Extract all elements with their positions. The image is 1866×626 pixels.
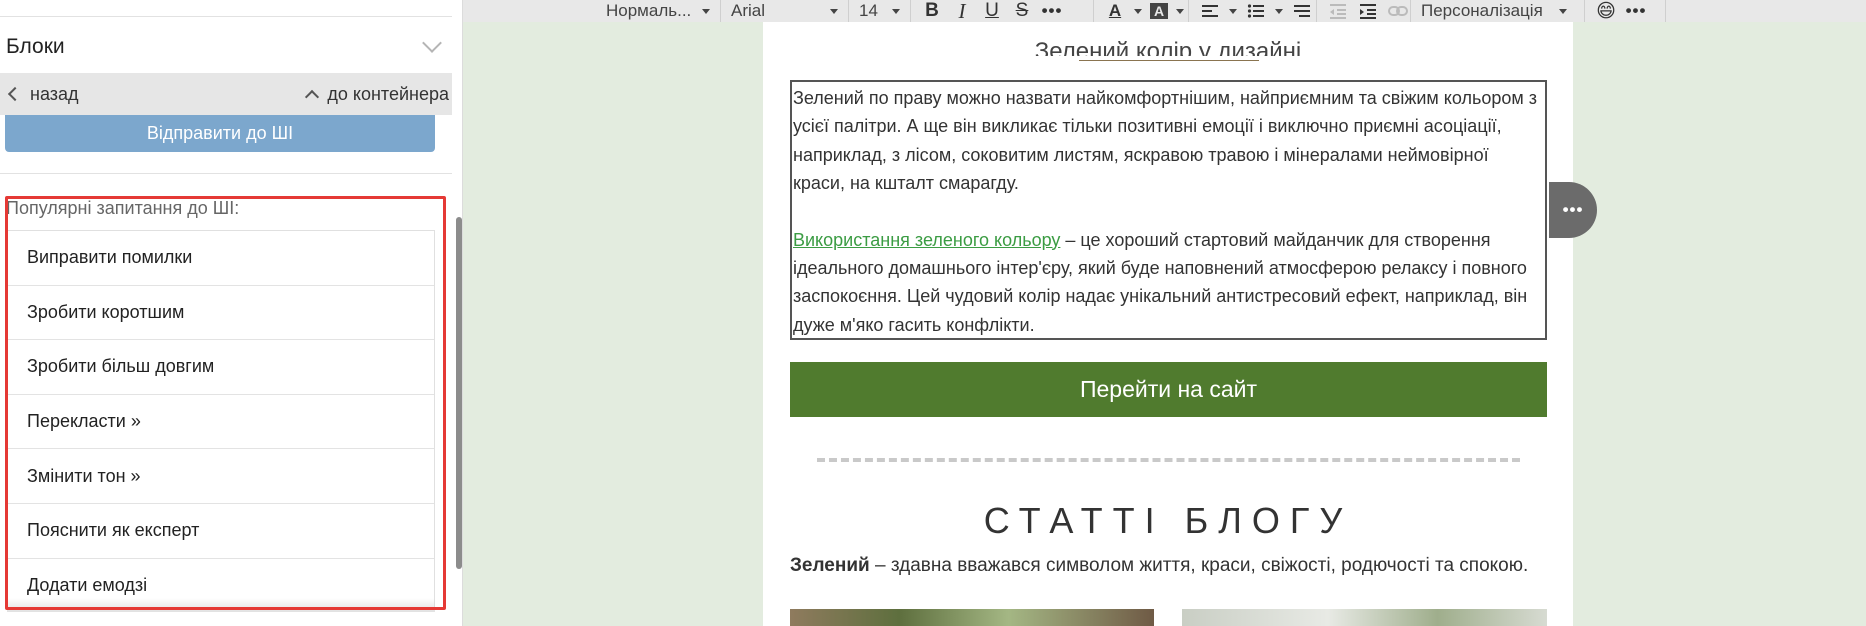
paragraph-2: Використання зеленого кольору – це хорош… <box>793 226 1545 340</box>
outdent-icon[interactable] <box>1327 0 1349 22</box>
green-color-link[interactable]: Використання зеленого кольору <box>793 230 1060 250</box>
chevron-up-icon <box>305 89 320 105</box>
section-heading: Зелений колір у дизайні <box>1034 40 1302 56</box>
emoji-icon[interactable]: 😄 <box>1595 0 1617 22</box>
style-select[interactable]: Нормаль... <box>606 1 710 21</box>
paragraph-1: Зелений по праву можно назвати найкомфор… <box>793 88 1538 194</box>
paragraph-segment <box>1189 0 1317 22</box>
background-color-button[interactable]: A <box>1150 3 1168 19</box>
personalization-select[interactable]: Персоналізація <box>1421 1 1567 21</box>
blog-image-right[interactable] <box>1182 609 1547 626</box>
scrollbar-thumb[interactable] <box>456 217 462 569</box>
list-fade <box>7 598 435 612</box>
extras-segment: 😄 ••• <box>1585 0 1665 22</box>
line-height-icon[interactable] <box>1291 0 1313 22</box>
chevron-down-icon[interactable] <box>422 33 442 53</box>
divider <box>1665 0 1666 22</box>
popular-questions-label: Популярні запитання до ШІ: <box>6 198 240 218</box>
go-to-site-button[interactable]: Перейти на сайт <box>790 362 1547 417</box>
sidebar-nav: назад до контейнера <box>0 73 462 115</box>
dashed-divider <box>817 458 1520 462</box>
more-format-button[interactable]: ••• <box>1041 0 1063 22</box>
size-segment: 14 <box>849 0 911 22</box>
caret-down-icon <box>702 8 710 14</box>
back-link[interactable]: назад <box>6 84 79 105</box>
font-select[interactable]: Arial <box>731 1 838 21</box>
align-icon[interactable] <box>1199 0 1221 22</box>
more-icon[interactable]: ••• <box>1625 0 1647 22</box>
question-make-shorter[interactable]: Зробити коротшим <box>8 286 434 341</box>
divider <box>0 173 462 174</box>
caret-down-icon <box>1559 8 1567 14</box>
divider <box>0 16 462 17</box>
to-container-label: до контейнера <box>327 83 449 104</box>
blog-desc-text: – здавна вважався символом життя, краси,… <box>869 555 1529 576</box>
blog-description: Зелений – здавна вважався символом життя… <box>790 555 1547 577</box>
question-translate[interactable]: Перекласти » <box>8 395 434 450</box>
color-segment: A A <box>1094 0 1189 22</box>
indent-icon[interactable] <box>1357 0 1379 22</box>
to-container-link[interactable]: до контейнера <box>305 83 449 105</box>
caret-down-icon <box>892 8 900 14</box>
caret-down-icon[interactable] <box>1134 8 1142 14</box>
link-icon[interactable] <box>1387 0 1409 22</box>
indent-segment <box>1317 0 1411 22</box>
email-preview: Зелений колір у дизайні Зелений по праву… <box>763 22 1573 626</box>
font-segment: Arial <box>721 0 849 22</box>
italic-button[interactable]: I <box>951 0 973 23</box>
heading-underline <box>1079 60 1259 61</box>
blog-section-title: СТАТТІ БЛОГУ <box>983 500 1353 541</box>
sidebar: Блоки назад до контейнера Відправити до … <box>0 0 463 626</box>
blog-desc-bold: Зелений <box>790 555 870 576</box>
text-color-button[interactable]: A <box>1104 0 1126 22</box>
editor-toolbar: Нормаль... Arial 14 B I U S ••• A A Перс… <box>463 0 1866 23</box>
format-segment: B I U S ••• <box>911 0 1094 23</box>
caret-down-icon <box>830 8 838 14</box>
list-icon[interactable] <box>1245 0 1267 22</box>
popular-questions-list: Виправити помилки Зробити коротшим Зроби… <box>7 230 435 610</box>
question-make-longer[interactable]: Зробити більш довгим <box>8 340 434 395</box>
strikethrough-button[interactable]: S <box>1011 0 1033 22</box>
blocks-title: Блоки <box>6 35 65 58</box>
font-select-value: Arial <box>731 1 766 20</box>
bold-button[interactable]: B <box>921 0 943 22</box>
size-select[interactable]: 14 <box>859 1 900 21</box>
blocks-header[interactable]: Блоки <box>0 22 462 72</box>
caret-down-icon[interactable] <box>1176 8 1184 14</box>
underline-button[interactable]: U <box>981 0 1003 22</box>
caret-down-icon[interactable] <box>1229 8 1237 14</box>
question-fix-errors[interactable]: Виправити помилки <box>8 231 434 286</box>
personalization-label: Персоналізація <box>1421 1 1543 20</box>
style-segment: Нормаль... <box>463 0 721 22</box>
size-select-value: 14 <box>859 1 878 20</box>
blog-image-left[interactable] <box>790 609 1154 626</box>
personalization-segment: Персоналізація <box>1411 0 1585 22</box>
question-change-tone[interactable]: Змінити тон » <box>8 449 434 504</box>
question-explain-expert[interactable]: Пояснити як експерт <box>8 504 434 559</box>
text-block-selected[interactable]: Зелений по праву можно назвати найкомфор… <box>790 80 1547 340</box>
style-select-value: Нормаль... <box>606 1 692 20</box>
chevron-left-icon <box>7 86 23 102</box>
send-to-ai-button[interactable]: Відправити до ШІ <box>5 115 435 152</box>
caret-down-icon[interactable] <box>1275 8 1283 14</box>
back-label: назад <box>30 83 79 104</box>
